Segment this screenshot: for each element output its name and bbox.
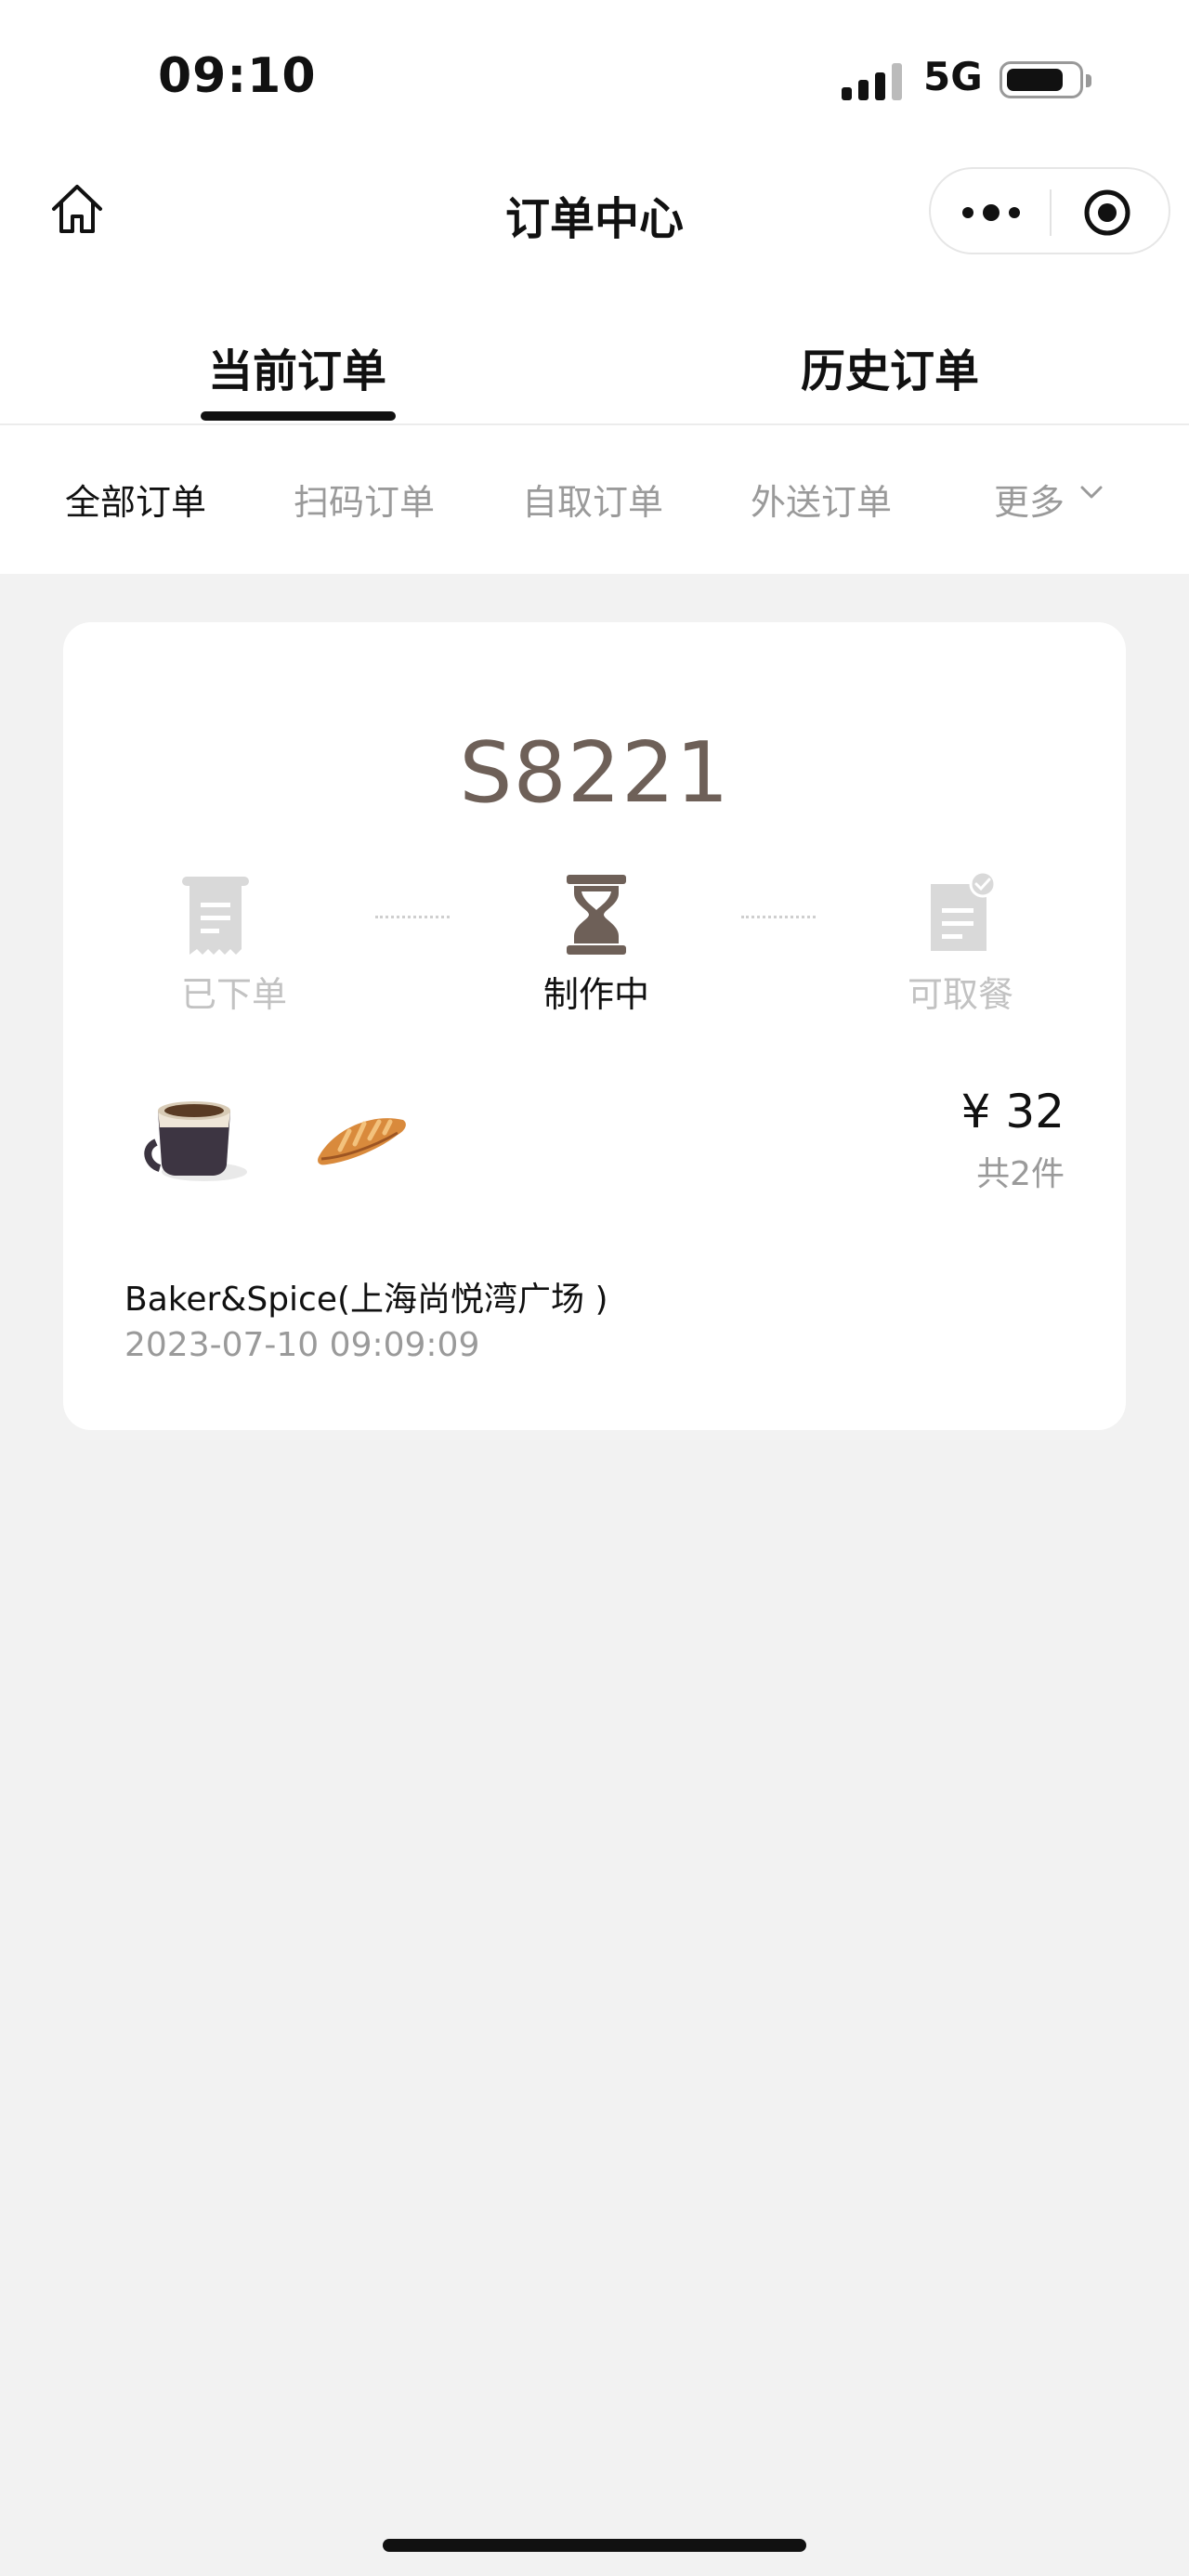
mini-program-capsule	[929, 167, 1170, 254]
hourglass-icon	[567, 875, 626, 955]
order-number: S8221	[459, 724, 730, 822]
order-datetime: 2023-07-10 09:09:09	[124, 1326, 480, 1364]
signal-icon	[842, 59, 903, 100]
capsule-divider	[1050, 189, 1052, 236]
tab-history-orders[interactable]: 历史订单	[801, 334, 979, 399]
filter-all-orders[interactable]: 全部订单	[65, 474, 206, 525]
receipt-icon	[182, 877, 249, 955]
croissant-image	[318, 1118, 406, 1165]
active-tab-indicator	[201, 411, 396, 421]
coffee-cup-image	[144, 1101, 247, 1181]
status-time: 09:10	[158, 48, 317, 104]
order-price: ¥ 32	[960, 1085, 1065, 1138]
step-label-ordered: 已下单	[180, 974, 287, 1015]
order-card[interactable]: S8221 已下单 制作中 可取餐 ¥ 32 共2件 Baker&Spice(上…	[63, 622, 1126, 1430]
filter-more[interactable]: 更多	[994, 474, 1065, 525]
step-connector	[375, 916, 450, 919]
step-label-making: 制作中	[542, 974, 649, 1015]
battery-icon	[1000, 61, 1091, 98]
more-icon[interactable]	[959, 197, 1024, 228]
tab-current-orders[interactable]: 当前订单	[208, 334, 386, 399]
close-target-icon[interactable]	[1083, 189, 1131, 237]
store-name: Baker&Spice(上海尚悦湾广场 )	[124, 1281, 608, 1319]
ready-doc-icon	[931, 871, 997, 951]
tab-divider	[0, 423, 1189, 425]
filter-delivery-orders[interactable]: 外送订单	[751, 474, 892, 525]
step-label-ready: 可取餐	[907, 974, 1013, 1015]
filter-scan-orders[interactable]: 扫码订单	[294, 474, 435, 525]
home-indicator[interactable]	[383, 2539, 806, 2552]
filter-pickup-orders[interactable]: 自取订单	[522, 474, 663, 525]
chevron-down-icon[interactable]	[1079, 484, 1104, 501]
network-type: 5G	[923, 54, 983, 99]
item-count: 共2件	[976, 1155, 1065, 1193]
step-connector	[741, 916, 816, 919]
